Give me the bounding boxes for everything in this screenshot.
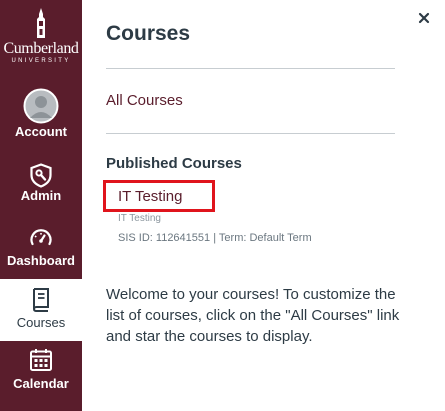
course-link[interactable]: IT Testing bbox=[118, 187, 182, 207]
global-navigation: Cumberland UNIVERSITY Account Admin Dash… bbox=[0, 0, 82, 411]
divider bbox=[106, 133, 395, 134]
nav-item-dashboard[interactable]: Dashboard bbox=[0, 228, 82, 272]
welcome-message: Welcome to your courses! To customize th… bbox=[106, 286, 400, 345]
avatar-icon bbox=[23, 88, 59, 124]
close-tray-button[interactable] bbox=[415, 9, 433, 27]
nav-item-admin[interactable]: Admin bbox=[0, 163, 82, 209]
tray-title: Courses bbox=[106, 22, 191, 45]
calendar-icon bbox=[30, 349, 52, 371]
published-courses-heading: Published Courses bbox=[106, 155, 242, 172]
logo-subtitle: UNIVERSITY bbox=[11, 58, 71, 64]
close-icon bbox=[418, 12, 430, 24]
nav-label-calendar: Calendar bbox=[13, 376, 69, 391]
nav-label-admin: Admin bbox=[20, 188, 62, 203]
nav-item-calendar[interactable]: Calendar bbox=[0, 348, 82, 398]
nav-item-courses[interactable]: Courses bbox=[0, 279, 82, 341]
nav-item-account[interactable]: Account bbox=[0, 88, 82, 146]
book-icon bbox=[32, 288, 49, 312]
course-code: IT Testing bbox=[118, 213, 161, 224]
nav-label-account: Account bbox=[15, 124, 67, 139]
clock-tower-icon bbox=[37, 8, 45, 38]
all-courses-link[interactable]: All Courses bbox=[106, 91, 183, 111]
speedometer-icon bbox=[30, 229, 52, 246]
divider bbox=[106, 68, 395, 69]
nav-label-dashboard: Dashboard bbox=[7, 253, 75, 268]
nav-label-courses: Courses bbox=[16, 315, 66, 330]
course-sis-term: SIS ID: 112641551 | Term: Default Term bbox=[118, 232, 312, 244]
university-logo[interactable]: Cumberland UNIVERSITY bbox=[0, 8, 82, 70]
courses-tray: Courses All Courses Published Courses IT… bbox=[82, 0, 445, 411]
shield-wrench-icon bbox=[30, 163, 52, 188]
logo-name: Cumberland bbox=[3, 40, 79, 57]
